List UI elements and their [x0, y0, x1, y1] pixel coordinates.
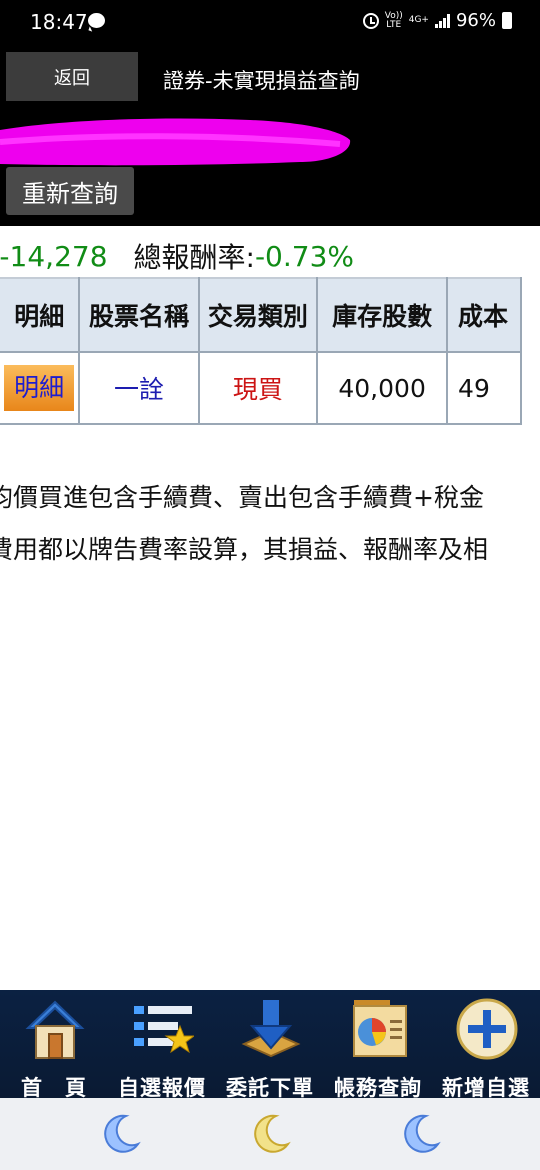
note-line: 費用都以牌告費率設算，其損益、報酬率及相	[0, 535, 489, 564]
home-icon	[25, 1000, 85, 1059]
holdings-table: 明細 股票名稱 交易類別 庫存股數 成本 明細 一詮 現買 40,000 49	[0, 277, 522, 425]
page-title: 證券-未實現損益查詢	[163, 69, 360, 93]
nav-order[interactable]: 委託下單	[216, 990, 324, 1100]
stock-name-link[interactable]: 一詮	[78, 351, 200, 425]
fee-notes: 均價買進包含手續費、賣出包含手續費+稅金 費用都以牌告費率設算，其損益、報酬率及…	[0, 472, 540, 576]
redaction-scribble	[0, 118, 351, 166]
network-type: 4G+	[408, 15, 429, 25]
detail-button[interactable]: 明細	[4, 365, 75, 411]
add-plus-icon	[456, 998, 518, 1060]
note-line: 均價買進包含手續費、賣出包含手續費+稅金	[0, 483, 484, 512]
status-bar: 18:47 Vo)) LTE 4G+ 96%	[0, 0, 540, 40]
nav-watchlist[interactable]: 自選報價	[108, 990, 216, 1100]
col-trade-type: 交易類別	[197, 277, 319, 353]
table-header-row: 明細 股票名稱 交易類別 庫存股數 成本	[0, 277, 522, 353]
nav-home[interactable]: 首 頁	[0, 990, 108, 1100]
unrealized-pl-value: :-14,278	[0, 239, 108, 273]
nav-account[interactable]: 帳務查詢	[324, 990, 432, 1100]
total-return-value: -0.73%	[254, 239, 355, 273]
requery-button[interactable]: 重新查詢	[6, 167, 134, 215]
back-moon-icon[interactable]	[398, 1112, 442, 1156]
cost-value: 49	[446, 351, 522, 425]
app-header: 返回 證券-未實現損益查詢 重新查詢	[0, 40, 540, 226]
battery-icon	[502, 12, 512, 29]
signal-icon	[434, 13, 450, 28]
col-shares: 庫存股數	[316, 277, 449, 353]
detail-cell: 明細	[0, 351, 81, 425]
watchlist-quote-icon	[134, 1006, 194, 1054]
status-time: 18:47	[30, 10, 88, 34]
nav-add-watchlist[interactable]: 新增自選	[432, 990, 540, 1100]
total-return-label: 總報酬率:	[133, 241, 255, 274]
account-chart-icon	[353, 1000, 407, 1057]
table-row: 明細 一詮 現買 40,000 49	[0, 351, 522, 425]
col-detail: 明細	[0, 277, 81, 353]
order-download-icon	[241, 1000, 301, 1058]
system-nav-bar	[0, 1098, 540, 1170]
home-moon-icon[interactable]	[248, 1112, 292, 1156]
recent-apps-icon[interactable]	[98, 1112, 142, 1156]
col-stock-name: 股票名稱	[78, 277, 200, 353]
shares-value: 40,000	[316, 351, 449, 425]
bottom-nav: 首 頁 自選報價 委託下單 帳務查詢 新增自選	[0, 990, 540, 1100]
pl-summary: :-14,278 總報酬率: -0.73%	[0, 236, 354, 276]
status-right-icons: Vo)) LTE 4G+ 96%	[362, 10, 512, 31]
chat-bubble-icon	[88, 13, 105, 28]
col-cost: 成本	[446, 277, 522, 353]
volte-indicator: Vo)) LTE	[384, 10, 403, 30]
battery-percent: 96%	[455, 10, 496, 31]
alarm-icon	[362, 12, 379, 29]
back-button[interactable]: 返回	[6, 52, 138, 101]
trade-type: 現買	[197, 351, 319, 425]
